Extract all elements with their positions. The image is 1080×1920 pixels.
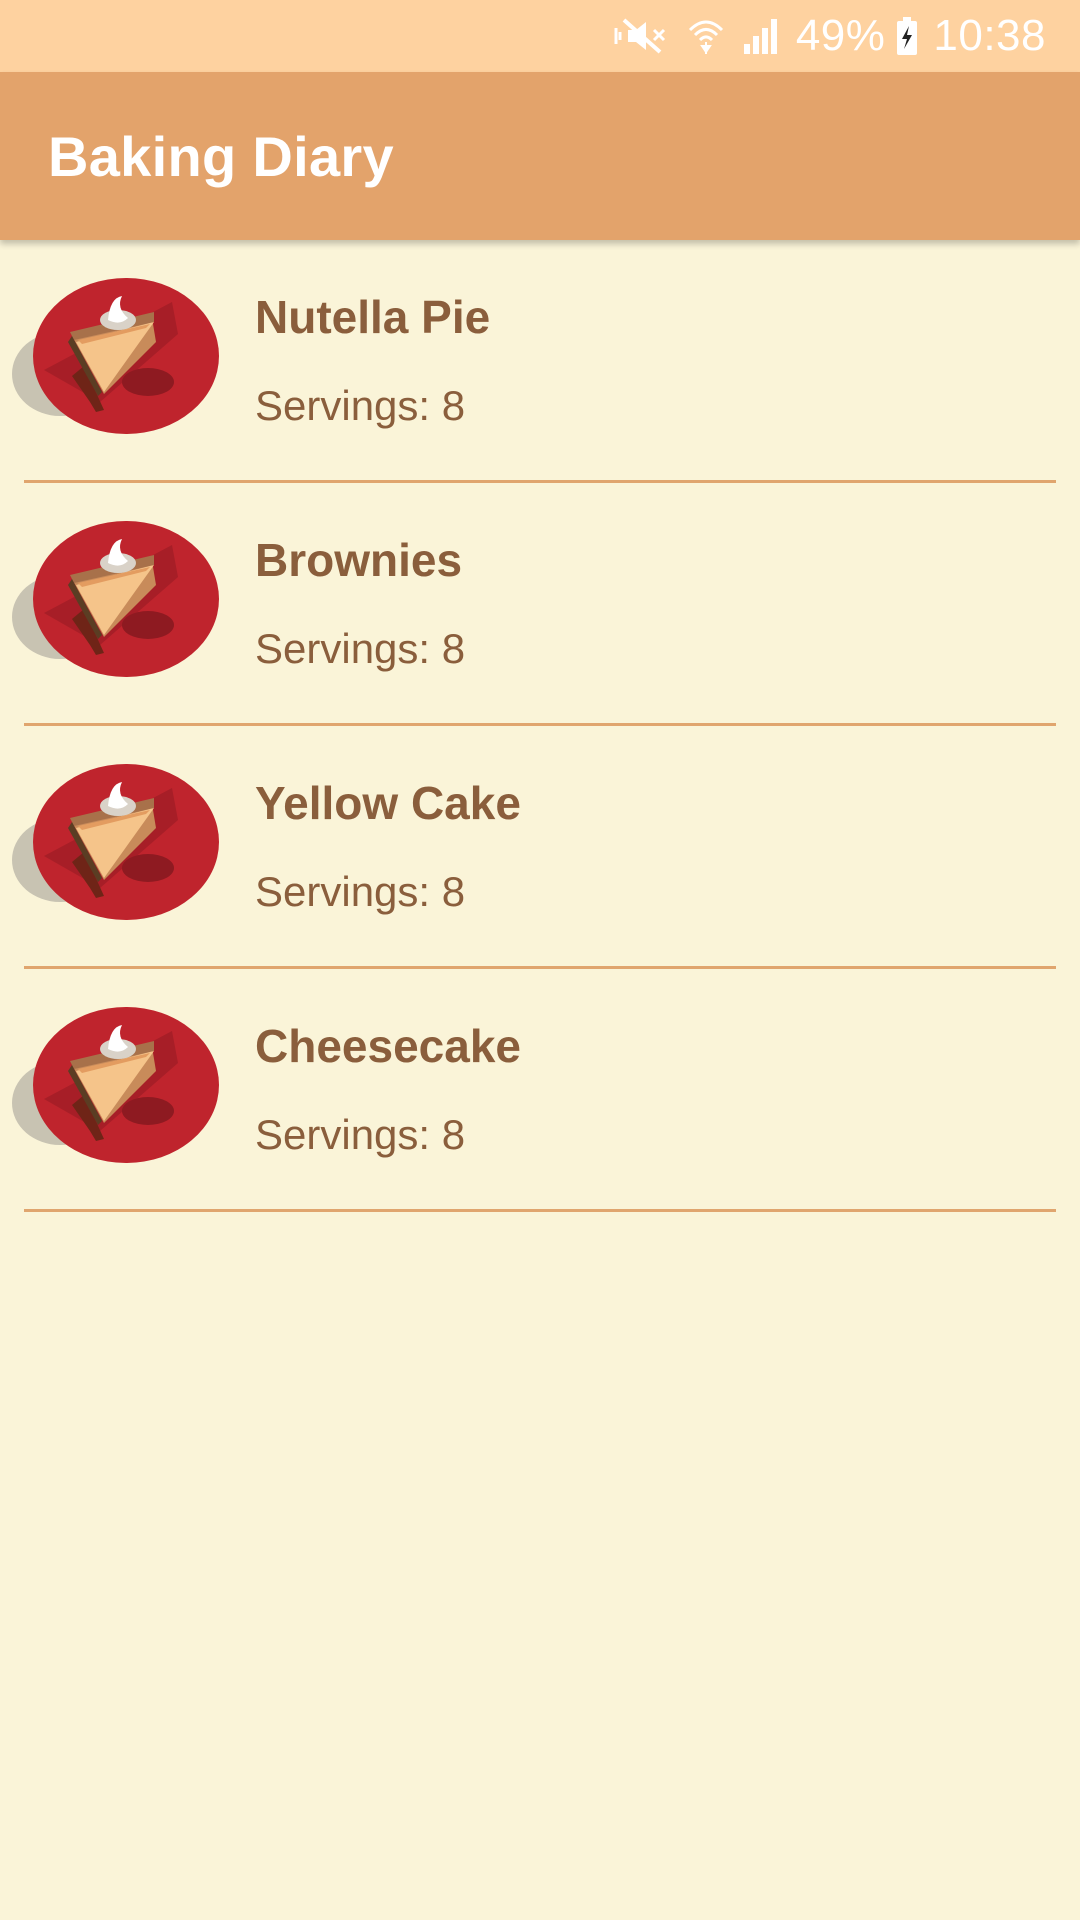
clock: 10:38 bbox=[933, 11, 1046, 60]
recipe-name: Nutella Pie bbox=[255, 291, 491, 343]
battery-percent: 49% bbox=[795, 11, 886, 60]
recipe-name: Yellow Cake bbox=[255, 777, 521, 829]
recipe-servings: Servings: 8 bbox=[255, 868, 466, 915]
recipe-item-yellow-cake[interactable]: Yellow Cake Servings: 8 bbox=[12, 726, 1056, 969]
pie-slice-icon bbox=[0, 1001, 220, 1171]
pie-slice-icon bbox=[0, 758, 220, 928]
recipe-servings: Servings: 8 bbox=[255, 625, 466, 672]
recipe-item-cheesecake[interactable]: Cheesecake Servings: 8 bbox=[12, 969, 1056, 1212]
recipe-name: Brownies bbox=[255, 534, 463, 586]
wifi-icon bbox=[688, 16, 724, 56]
signal-icon bbox=[742, 16, 782, 56]
app-bar: Baking Diary bbox=[0, 72, 1080, 240]
recipe-item-brownies[interactable]: Brownies Servings: 8 bbox=[12, 483, 1056, 726]
recipe-item-nutella-pie[interactable]: Nutella Pie Servings: 8 bbox=[12, 240, 1056, 483]
mute-icon bbox=[614, 16, 670, 56]
recipe-name: Cheesecake bbox=[255, 1020, 521, 1072]
pie-slice-icon bbox=[0, 272, 220, 442]
recipe-list: Nutella Pie Servings: 8 Brownies Serving… bbox=[0, 240, 1080, 1212]
app-title: Baking Diary bbox=[48, 124, 394, 188]
battery-charging-icon bbox=[895, 16, 919, 56]
recipe-servings: Servings: 8 bbox=[255, 1111, 466, 1158]
pie-slice-icon bbox=[0, 515, 220, 685]
recipe-servings: Servings: 8 bbox=[255, 382, 466, 429]
status-bar: 49% 10:38 bbox=[0, 0, 1080, 72]
